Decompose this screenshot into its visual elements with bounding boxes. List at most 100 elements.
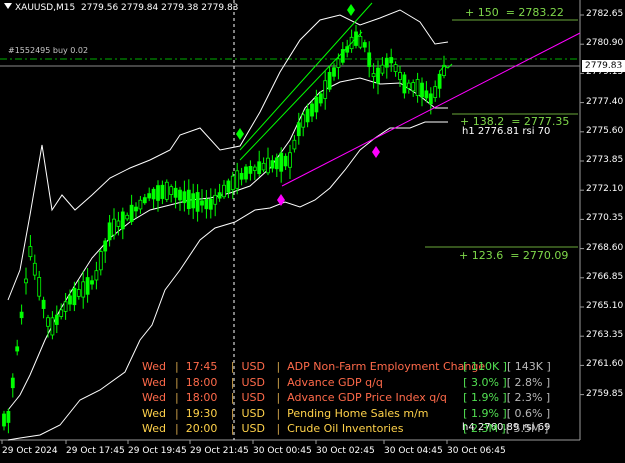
candle-bear: [63, 301, 68, 312]
news-currency: USD: [241, 422, 265, 435]
news-row: Wed | 19:30 | USD | Pending Home Sales m/m [ 1.…: [142, 406, 550, 421]
candle-bull: [15, 346, 20, 352]
news-forecast: [ 1.9% ]: [463, 406, 507, 420]
arrow-marker-green: [236, 128, 244, 140]
news-day: Wed: [142, 360, 166, 373]
time-axis-label: 30 Oct 06:45: [447, 446, 506, 456]
candle-bull: [120, 211, 125, 230]
candle-bull: [72, 287, 77, 306]
fib-level-value: = 2770.09: [510, 249, 569, 262]
time-axis-label: 30 Oct 02:45: [316, 446, 375, 456]
fib-level-label: + 123.6: [459, 249, 504, 262]
candle-bull: [279, 152, 284, 172]
news-separator: |: [175, 391, 179, 404]
news-separator: |: [230, 406, 235, 420]
candle-bear: [323, 80, 328, 99]
candle-bull: [147, 193, 152, 199]
news-currency: USD: [241, 360, 265, 373]
news-row: Wed | 18:00 | USD | Advance GDP q/q [ 3.0% ][ 2…: [142, 375, 550, 390]
candle-bull: [103, 240, 108, 252]
price-axis-label: 2765.10: [586, 301, 624, 311]
fib-level-value: = 2783.22: [505, 6, 564, 19]
candle-bull: [389, 57, 394, 64]
price-axis-label: 2763.35: [586, 330, 624, 341]
candle-bear: [32, 262, 37, 276]
price-axis-label: 2772.10: [586, 184, 624, 195]
candle-bear: [406, 82, 411, 89]
candle-bull: [402, 74, 407, 94]
candle-bear: [398, 72, 402, 80]
news-previous: [ 2.8% ]: [506, 375, 551, 389]
candle-bull: [327, 71, 332, 90]
candle-bull: [314, 96, 319, 113]
dropdown-triangle-icon[interactable]: [4, 3, 12, 9]
candle-bull: [332, 67, 336, 77]
candle-bull: [151, 188, 156, 200]
news-row: Wed | 18:00 | USD | Advance GDP Price Index q/…: [142, 390, 550, 405]
candle-bull: [204, 199, 209, 210]
fib-level-label: + 150: [465, 6, 499, 19]
candle-bear: [415, 79, 420, 96]
news-event: Crude Oil Inventories: [287, 422, 404, 435]
candle-bull: [318, 93, 323, 104]
candle-bear: [98, 251, 103, 271]
news-day: Wed: [142, 375, 166, 389]
candle-bear: [24, 278, 28, 284]
candle-bear: [164, 181, 169, 200]
candle-bear: [222, 184, 226, 198]
candle-bear: [59, 309, 64, 317]
candle-bull: [244, 166, 248, 180]
chart-header: XAUUSD,M15 2779.56 2779.84 2779.38 2779.…: [4, 3, 238, 13]
time-axis-label: 29 Oct 19:45: [128, 446, 187, 456]
channel-lower-line: [239, 31, 363, 161]
fib-level-123: + 123.6 = 2770.09: [459, 249, 568, 262]
news-currency: USD: [241, 406, 265, 420]
candle-bear: [94, 270, 99, 281]
time-axis-label: 29 Oct 2024: [2, 446, 58, 456]
candle-bull: [156, 185, 160, 201]
candle-bull: [420, 82, 424, 98]
candle-bull: [305, 108, 310, 123]
news-event: Advance GDP q/q: [287, 375, 383, 389]
candle-bear: [46, 317, 50, 327]
news-row: Wed | 17:45 | USD | ADP Non-Farm Employment Ch…: [142, 359, 551, 374]
candle-bull: [2, 413, 6, 427]
news-forecast: [ 110K ]: [463, 360, 507, 373]
news-separator: |: [175, 375, 179, 389]
candle-bear: [393, 64, 398, 72]
candle-bear: [37, 277, 42, 297]
candle-bear: [261, 162, 266, 171]
news-previous: [ 0.6% ]: [506, 406, 551, 420]
candle-bear: [125, 214, 130, 220]
candle-bull: [200, 200, 204, 206]
arrow-marker-green: [347, 4, 355, 16]
news-day: Wed: [142, 422, 166, 435]
candle-bear: [433, 86, 438, 98]
news-separator: |: [175, 406, 179, 420]
candle-bull: [191, 193, 196, 209]
time-axis-label: 30 Oct 04:45: [384, 446, 443, 456]
news-currency: USD: [241, 375, 265, 389]
candle-bull: [270, 160, 275, 169]
news-previous: [ 143K ]: [506, 360, 551, 373]
candle-bull: [90, 280, 94, 285]
candle-bear: [230, 175, 235, 191]
candle-bear: [169, 186, 174, 195]
candle-bull: [195, 192, 200, 212]
candle-bull: [173, 187, 178, 198]
news-separator: |: [175, 422, 179, 435]
news-time: 17:45: [185, 360, 218, 373]
candle-bull: [19, 311, 24, 319]
candle-bear: [235, 170, 240, 189]
candle-bear: [301, 114, 306, 128]
symbol-timeframe: XAUUSD,M15: [15, 3, 76, 13]
candle-bull: [54, 314, 59, 325]
price-axis-label: 2775.60: [586, 125, 624, 136]
candle-bear: [213, 194, 218, 205]
candle-bull: [129, 204, 134, 222]
candle-bull: [310, 103, 314, 117]
candle-bull: [376, 67, 380, 84]
price-axis-label: 2770.35: [586, 213, 624, 224]
candle-bull: [367, 52, 372, 67]
candle-bull: [68, 295, 72, 305]
